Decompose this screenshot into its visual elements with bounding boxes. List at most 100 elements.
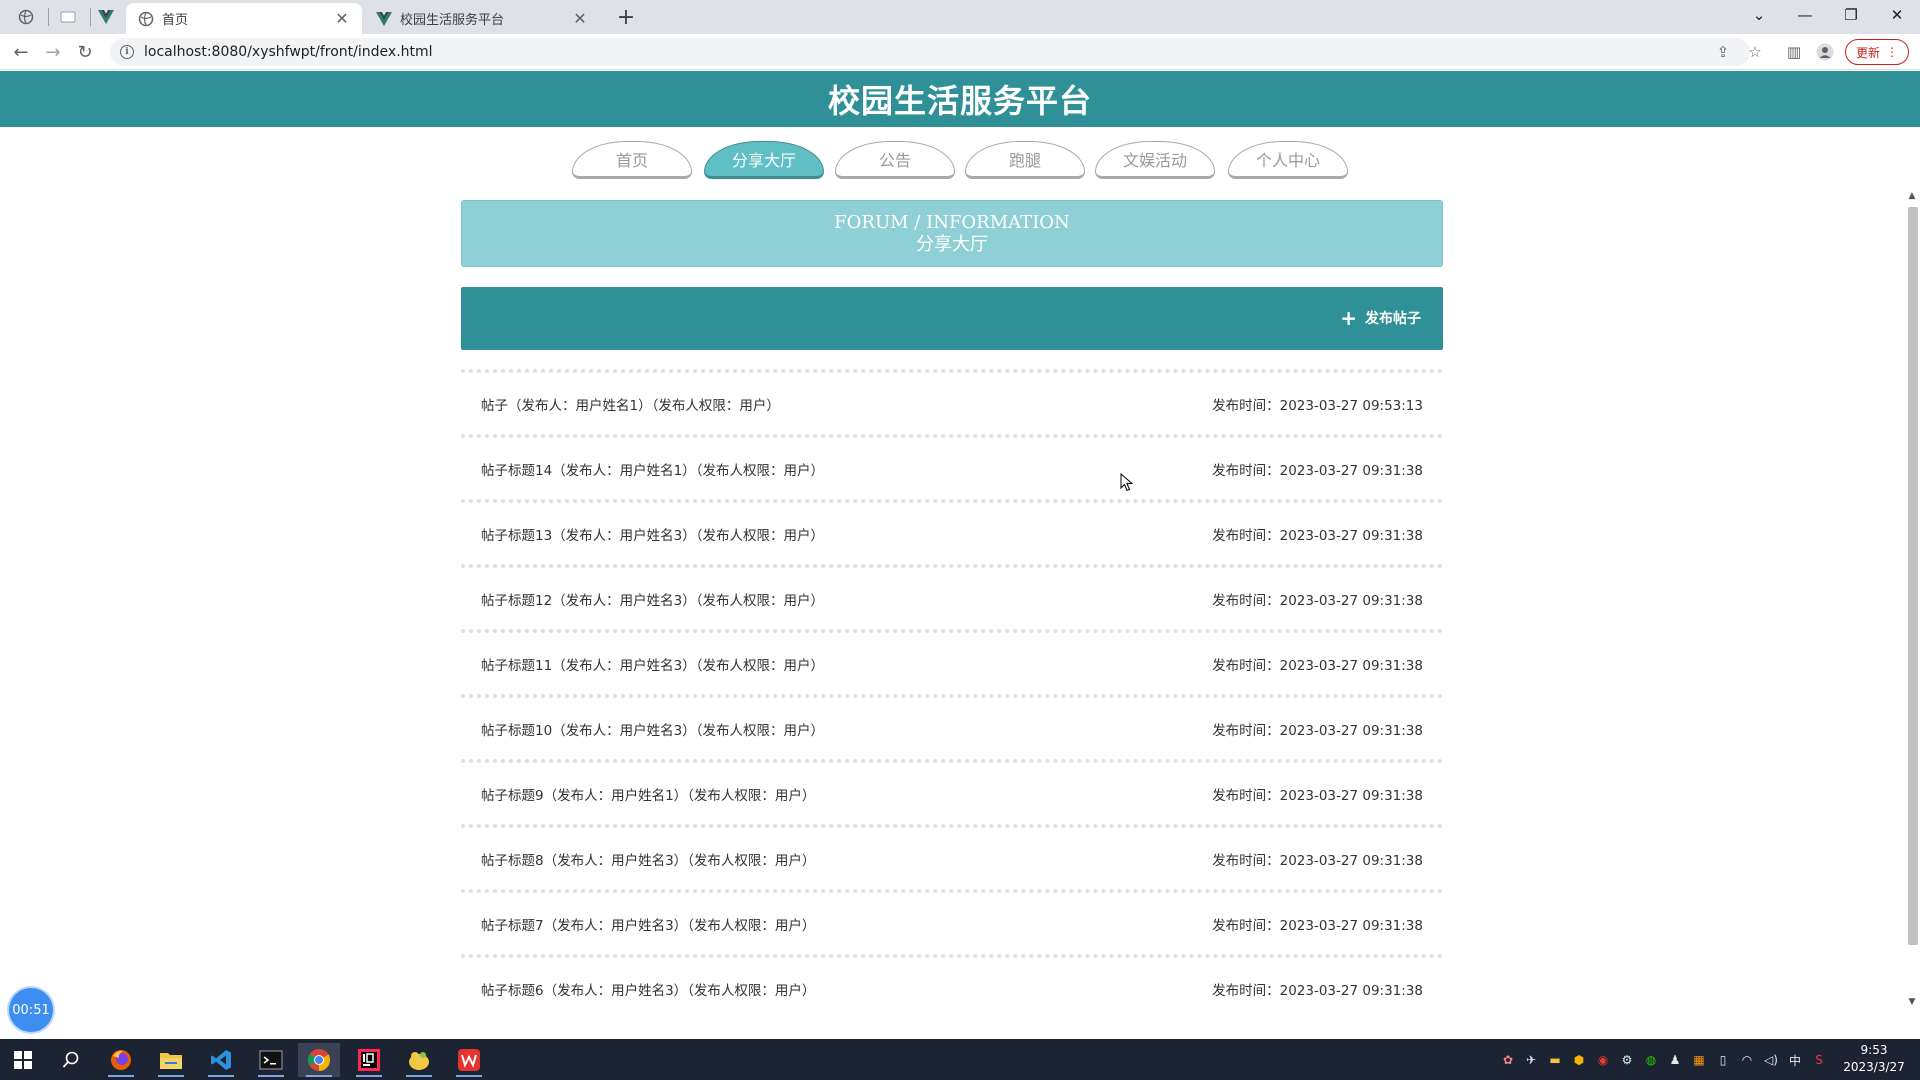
post-title[interactable]: 帖子标题8（发布人：用户姓名3）（发布人权限：用户） bbox=[481, 849, 815, 869]
tray-security-icon[interactable]: ⬢ bbox=[1570, 1051, 1588, 1069]
tray-app-orange-icon[interactable]: ▦ bbox=[1690, 1051, 1708, 1069]
restore-button[interactable]: ❐ bbox=[1828, 0, 1874, 30]
back-arrow-icon[interactable]: ← bbox=[8, 39, 34, 65]
terminal-icon[interactable] bbox=[250, 1043, 292, 1077]
close-window-button[interactable]: ✕ bbox=[1874, 0, 1920, 30]
tray-steam-icon[interactable]: ⚙ bbox=[1618, 1051, 1636, 1069]
nav-home[interactable]: 首页 bbox=[572, 141, 692, 179]
taskbar-clock[interactable]: 9:53 2023/3/27 bbox=[1838, 1042, 1910, 1076]
profile-avatar-icon[interactable] bbox=[1815, 42, 1835, 62]
recording-timer-badge[interactable]: 00:51 bbox=[9, 988, 53, 1032]
bookmark-star-icon[interactable]: ☆ bbox=[1745, 42, 1765, 62]
tab-search-chevron-icon[interactable]: ⌄ bbox=[1736, 0, 1782, 30]
publish-post-label: 发布帖子 bbox=[1365, 311, 1421, 327]
nav-share-hall[interactable]: 分享大厅 bbox=[704, 141, 824, 179]
action-bar: + 发布帖子 bbox=[461, 287, 1443, 350]
ime-indicator[interactable]: 中 bbox=[1786, 1051, 1804, 1069]
post-title[interactable]: 帖子标题10（发布人：用户姓名3）（发布人权限：用户） bbox=[481, 719, 824, 739]
side-panel-icon[interactable]: ▥ bbox=[1784, 42, 1804, 62]
plus-icon: + bbox=[1340, 306, 1357, 330]
pinned-tab-globe[interactable] bbox=[8, 4, 44, 30]
tray-network-tool-icon[interactable]: ✈ bbox=[1522, 1051, 1540, 1069]
nav-personal-center[interactable]: 个人中心 bbox=[1228, 141, 1348, 179]
globe-icon bbox=[18, 9, 34, 25]
list-item[interactable]: 帖子标题13（发布人：用户姓名3）（发布人权限：用户） 发布时间：2023-03… bbox=[461, 499, 1443, 564]
update-browser-button[interactable]: 更新 ⋮ bbox=[1845, 39, 1909, 65]
file-explorer-icon[interactable] bbox=[150, 1043, 192, 1077]
windows-taskbar: ✿ ✈ ▬ ⬢ ◉ ⚙ ◍ ♟ ▦ ▯ ◠ ◁) 中 S 9:53 2023/3… bbox=[0, 1039, 1920, 1080]
list-item[interactable]: 帖子标题8（发布人：用户姓名3）（发布人权限：用户） 发布时间：2023-03-… bbox=[461, 824, 1443, 889]
nav-errand[interactable]: 跑腿 bbox=[965, 141, 1085, 179]
start-button[interactable] bbox=[2, 1043, 44, 1077]
scroll-up-arrow-icon[interactable]: ▲ bbox=[1907, 191, 1917, 201]
tray-qq-icon[interactable]: ♟ bbox=[1666, 1051, 1684, 1069]
pinned-tab-vue[interactable] bbox=[88, 4, 124, 30]
update-label: 更新 bbox=[1855, 45, 1880, 60]
intellij-idea-icon[interactable] bbox=[348, 1043, 390, 1077]
close-icon[interactable]: ✕ bbox=[334, 9, 350, 28]
list-item[interactable]: 帖子标题7（发布人：用户姓名3）（发布人权限：用户） 发布时间：2023-03-… bbox=[461, 889, 1443, 954]
vue-logo-icon bbox=[98, 10, 114, 24]
mouse-cursor-icon bbox=[1120, 473, 1134, 492]
close-icon[interactable]: ✕ bbox=[572, 9, 588, 28]
globe-icon bbox=[138, 11, 154, 26]
tray-app-icon[interactable]: ✿ bbox=[1499, 1051, 1517, 1069]
page-scrollbar[interactable]: ▲ ▼ bbox=[1904, 191, 1920, 1011]
list-item[interactable]: 帖子标题9（发布人：用户姓名1）（发布人权限：用户） 发布时间：2023-03-… bbox=[461, 759, 1443, 824]
post-title[interactable]: 帖子标题12（发布人：用户姓名3）（发布人权限：用户） bbox=[481, 589, 824, 609]
nav-notice[interactable]: 公告 bbox=[835, 141, 955, 179]
browser-tab-strip: 首页 ✕ 校园生活服务平台 ✕ + ⌄ — ❐ ✕ bbox=[0, 0, 1920, 34]
chrome-icon[interactable] bbox=[298, 1043, 340, 1077]
list-item[interactable]: 帖子标题6（发布人：用户姓名3）（发布人权限：用户） 发布时间：2023-03-… bbox=[461, 954, 1443, 1019]
vue-logo-icon bbox=[376, 11, 392, 26]
sogou-input-icon[interactable]: S bbox=[1810, 1051, 1828, 1069]
tray-antivirus-icon[interactable]: ◉ bbox=[1594, 1051, 1612, 1069]
post-title[interactable]: 帖子标题6（发布人：用户姓名3）（发布人权限：用户） bbox=[481, 979, 815, 999]
tab-title: 首页 bbox=[162, 13, 189, 28]
banner-chinese-title: 分享大厅 bbox=[916, 233, 988, 255]
share-icon[interactable]: ⇪ bbox=[1713, 42, 1733, 62]
tray-usb-icon[interactable]: ▯ bbox=[1714, 1051, 1732, 1069]
reload-icon[interactable]: ↻ bbox=[72, 39, 98, 65]
navicat-icon[interactable] bbox=[398, 1043, 440, 1077]
search-icon[interactable] bbox=[50, 1043, 92, 1077]
firefox-icon[interactable] bbox=[100, 1043, 142, 1077]
list-item[interactable]: 帖子标题10（发布人：用户姓名3）（发布人权限：用户） 发布时间：2023-03… bbox=[461, 694, 1443, 759]
tray-wechat-icon[interactable]: ◍ bbox=[1642, 1051, 1660, 1069]
new-tab-button[interactable]: + bbox=[612, 5, 640, 30]
nav-entertainment[interactable]: 文娱活动 bbox=[1095, 141, 1215, 179]
forward-arrow-icon[interactable]: → bbox=[40, 39, 66, 65]
wifi-icon[interactable]: ◠ bbox=[1738, 1051, 1756, 1069]
tray-folder-icon[interactable]: ▬ bbox=[1546, 1051, 1564, 1069]
scrollbar-thumb[interactable] bbox=[1908, 207, 1918, 945]
post-title[interactable]: 帖子标题11（发布人：用户姓名3）（发布人权限：用户） bbox=[481, 654, 824, 674]
post-title[interactable]: 帖子标题13（发布人：用户姓名3）（发布人权限：用户） bbox=[481, 524, 824, 544]
post-title[interactable]: 帖子标题14（发布人：用户姓名1）（发布人权限：用户） bbox=[481, 459, 824, 479]
volume-icon[interactable]: ◁) bbox=[1762, 1051, 1780, 1069]
clock-date: 2023/3/27 bbox=[1843, 1060, 1905, 1074]
blank-page-icon bbox=[60, 11, 76, 23]
post-time: 发布时间：2023-03-27 09:31:38 bbox=[1212, 592, 1423, 609]
post-title[interactable]: 帖子（发布人：用户姓名1）（发布人权限：用户） bbox=[481, 394, 780, 414]
publish-post-button[interactable]: + 发布帖子 bbox=[1340, 308, 1421, 328]
site-info-icon[interactable]: i bbox=[120, 45, 134, 59]
post-title[interactable]: 帖子标题7（发布人：用户姓名3）（发布人权限：用户） bbox=[481, 914, 815, 934]
list-item[interactable]: 帖子标题11（发布人：用户姓名3）（发布人权限：用户） 发布时间：2023-03… bbox=[461, 629, 1443, 694]
post-list: 帖子（发布人：用户姓名1）（发布人权限：用户） 发布时间：2023-03-27 … bbox=[461, 369, 1443, 1019]
vscode-icon[interactable] bbox=[200, 1043, 242, 1077]
post-time: 发布时间：2023-03-27 09:31:38 bbox=[1212, 852, 1423, 869]
tab-title: 校园生活服务平台 bbox=[400, 13, 505, 28]
list-item[interactable]: 帖子标题14（发布人：用户姓名1）（发布人权限：用户） 发布时间：2023-03… bbox=[461, 434, 1443, 499]
list-item[interactable]: 帖子标题12（发布人：用户姓名3）（发布人权限：用户） 发布时间：2023-03… bbox=[461, 564, 1443, 629]
pinned-tab-blank[interactable] bbox=[50, 4, 86, 30]
tab-campus-platform[interactable]: 校园生活服务平台 ✕ bbox=[364, 3, 600, 34]
wps-office-icon[interactable] bbox=[448, 1043, 490, 1077]
list-item[interactable]: 帖子（发布人：用户姓名1）（发布人权限：用户） 发布时间：2023-03-27 … bbox=[461, 369, 1443, 434]
minimize-button[interactable]: — bbox=[1782, 0, 1828, 30]
post-title[interactable]: 帖子标题9（发布人：用户姓名1）（发布人权限：用户） bbox=[481, 784, 815, 804]
post-time: 发布时间：2023-03-27 09:31:38 bbox=[1212, 982, 1423, 999]
tab-home[interactable]: 首页 ✕ bbox=[126, 3, 362, 34]
address-bar[interactable]: i localhost:8080/xyshfwpt/front/index.ht… bbox=[110, 38, 1750, 66]
scroll-down-arrow-icon[interactable]: ▼ bbox=[1907, 997, 1917, 1007]
more-menu-icon: ⋮ bbox=[1886, 45, 1898, 59]
